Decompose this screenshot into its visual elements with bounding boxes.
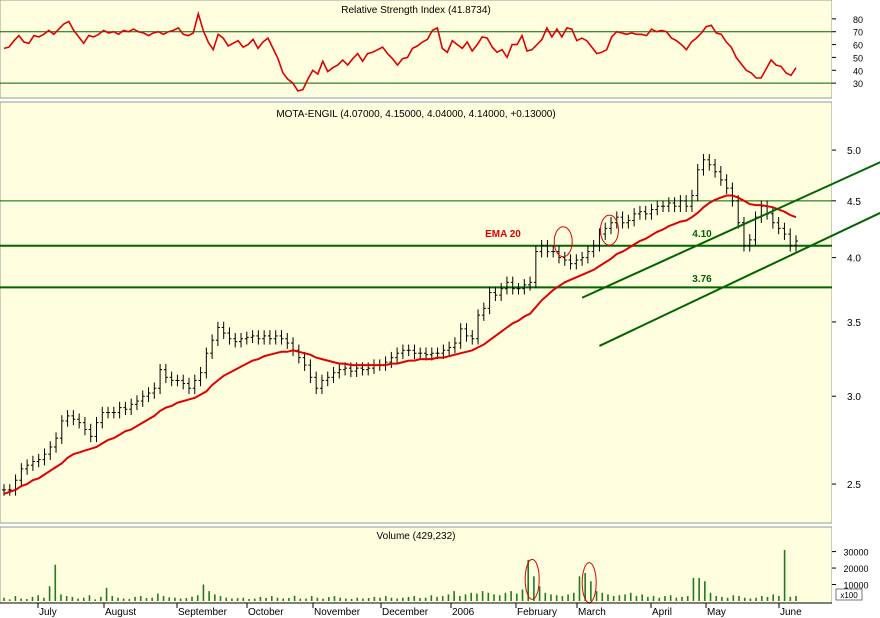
rsi-tick-label-3: 50: [853, 53, 863, 63]
x-tick-label-7: February: [517, 607, 557, 618]
stock-chart: Relative Strength Index (41.8734) MOTA-E…: [0, 0, 880, 618]
x-tick-label-5: December: [382, 607, 429, 618]
x-tick-label-1: August: [105, 607, 136, 618]
price-tick-label-3: 3.5: [847, 318, 861, 329]
rsi-tick-label-0: 80: [853, 15, 863, 25]
x-tick-label-4: November: [314, 607, 361, 618]
price-tick-label-2: 4.0: [847, 254, 861, 265]
price-tick-label-0: 5.0: [847, 146, 861, 157]
rsi-tick-label-4: 40: [853, 66, 863, 76]
volume-title: Volume (429,232): [377, 531, 456, 542]
rsi-title: Relative Strength Index (41.8734): [341, 5, 491, 16]
price-tick-label-5: 2.5: [847, 480, 861, 491]
rsi-tick-label-2: 60: [853, 41, 863, 51]
volume-unit-label: x100: [840, 591, 858, 600]
x-tick-label-9: April: [652, 607, 672, 618]
support-label-376: 3.76: [692, 274, 712, 285]
x-tick-label-11: June: [780, 607, 802, 618]
volume-tick-label-0: 30000: [843, 548, 868, 558]
price-title: MOTA-ENGIL (4.07000, 4.15000, 4.04000, 4…: [276, 109, 555, 120]
x-tick-label-0: July: [39, 607, 57, 618]
x-tick-label-6: 2006: [452, 607, 475, 618]
support-label-410: 4.10: [692, 229, 712, 240]
rsi-tick-label-5: 30: [853, 79, 863, 89]
x-tick-label-8: March: [578, 607, 606, 618]
rsi-tick-label-1: 70: [853, 28, 863, 38]
price-tick-label-4: 3.0: [847, 392, 861, 403]
price-tick-label-1: 4.5: [847, 197, 861, 208]
ema-annotation: EMA 20: [485, 229, 521, 240]
volume-tick-label-1: 20000: [843, 564, 868, 574]
price-panel: [0, 101, 833, 524]
x-tick-label-10: May: [707, 607, 726, 618]
x-tick-label-2: September: [178, 607, 228, 618]
x-tick-label-3: October: [248, 607, 284, 618]
